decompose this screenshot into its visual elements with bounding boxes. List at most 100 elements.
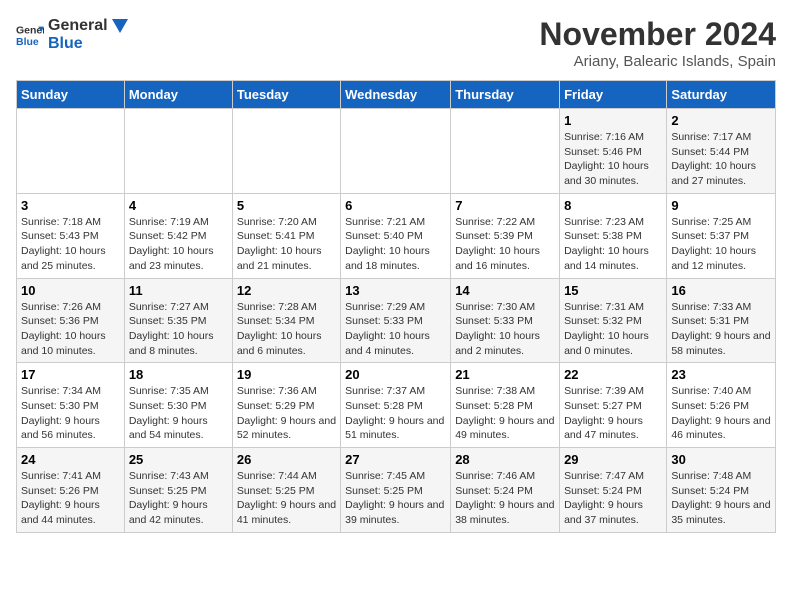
- day-cell: [232, 109, 340, 194]
- day-number: 8: [564, 198, 662, 213]
- day-cell: 12Sunrise: 7:28 AMSunset: 5:34 PMDayligh…: [232, 278, 340, 363]
- col-header-wednesday: Wednesday: [341, 81, 451, 109]
- title-block: November 2024 Ariany, Balearic Islands, …: [539, 16, 776, 70]
- col-header-thursday: Thursday: [451, 81, 560, 109]
- day-cell: [17, 109, 125, 194]
- day-number: 10: [21, 283, 120, 298]
- calendar-header: SundayMondayTuesdayWednesdayThursdayFrid…: [17, 81, 776, 109]
- day-cell: 9 Sunrise: 7:25 AMSunset: 5:37 PMDaylight…: [667, 193, 776, 278]
- day-cell: [124, 109, 232, 194]
- day-cell: 22 Sunrise: 7:39 AMSunset: 5:27 PMDayligh…: [560, 363, 667, 448]
- day-info: Sunrise: 7:20 AMSunset: 5:41 PMDaylight:…: [237, 215, 336, 274]
- day-number: 3: [21, 198, 120, 213]
- day-number: 15: [564, 283, 662, 298]
- day-number: 27: [345, 452, 446, 467]
- day-number: 19: [237, 367, 336, 382]
- day-cell: 17Sunrise: 7:34 AMSunset: 5:30 PMDayligh…: [17, 363, 125, 448]
- day-number: 11: [129, 283, 228, 298]
- day-cell: 11 Sunrise: 7:27 AMSunset: 5:35 PMDayligh…: [124, 278, 232, 363]
- day-info: Sunrise: 7:41 AMSunset: 5:26 PMDaylight:…: [21, 469, 120, 528]
- day-info: Sunrise: 7:38 AMSunset: 5:28 PMDaylight:…: [455, 384, 555, 443]
- day-info: Sunrise: 7:30 AMSunset: 5:33 PMDaylight:…: [455, 300, 555, 359]
- day-number: 16: [671, 283, 771, 298]
- svg-text:Blue: Blue: [16, 35, 39, 47]
- calendar-body: 1 Sunrise: 7:16 AMSunset: 5:46 PMDaylight…: [17, 109, 776, 533]
- day-number: 24: [21, 452, 120, 467]
- logo-general: General: [48, 17, 108, 34]
- day-cell: 23 Sunrise: 7:40 AMSunset: 5:26 PMDayligh…: [667, 363, 776, 448]
- day-cell: 2Sunrise: 7:17 AMSunset: 5:44 PMDaylight…: [667, 109, 776, 194]
- day-info: Sunrise: 7:22 AMSunset: 5:39 PMDaylight:…: [455, 215, 555, 274]
- day-info: Sunrise: 7:39 AMSunset: 5:27 PMDaylight:…: [564, 384, 662, 443]
- day-number: 7: [455, 198, 555, 213]
- calendar-table: SundayMondayTuesdayWednesdayThursdayFrid…: [16, 80, 776, 533]
- day-number: 1: [564, 113, 662, 128]
- location-subtitle: Ariany, Balearic Islands, Spain: [539, 53, 776, 70]
- day-info: Sunrise: 7:18 AMSunset: 5:43 PMDaylight:…: [21, 215, 120, 274]
- day-number: 14: [455, 283, 555, 298]
- day-info: Sunrise: 7:19 AMSunset: 5:42 PMDaylight:…: [129, 215, 228, 274]
- logo-triangle-icon: [112, 19, 128, 33]
- week-row-2: 3 Sunrise: 7:18 AMSunset: 5:43 PMDaylight…: [17, 193, 776, 278]
- day-cell: 14 Sunrise: 7:30 AMSunset: 5:33 PMDayligh…: [451, 278, 560, 363]
- day-number: 26: [237, 452, 336, 467]
- day-info: Sunrise: 7:47 AMSunset: 5:24 PMDaylight:…: [564, 469, 662, 528]
- week-row-5: 24 Sunrise: 7:41 AMSunset: 5:26 PMDayligh…: [17, 448, 776, 533]
- day-cell: 19 Sunrise: 7:36 AMSunset: 5:29 PMDayligh…: [232, 363, 340, 448]
- day-info: Sunrise: 7:40 AMSunset: 5:26 PMDaylight:…: [671, 384, 771, 443]
- day-cell: 7 Sunrise: 7:22 AMSunset: 5:39 PMDaylight…: [451, 193, 560, 278]
- day-cell: 21 Sunrise: 7:38 AMSunset: 5:28 PMDayligh…: [451, 363, 560, 448]
- day-cell: 28Sunrise: 7:46 AMSunset: 5:24 PMDayligh…: [451, 448, 560, 533]
- day-cell: 1 Sunrise: 7:16 AMSunset: 5:46 PMDaylight…: [560, 109, 667, 194]
- col-header-tuesday: Tuesday: [232, 81, 340, 109]
- day-cell: 10 Sunrise: 7:26 AMSunset: 5:36 PMDayligh…: [17, 278, 125, 363]
- svg-text:General: General: [16, 24, 44, 36]
- logo: General Blue General Blue: [16, 16, 128, 53]
- day-number: 23: [671, 367, 771, 382]
- logo-icon: General Blue: [16, 21, 44, 49]
- day-number: 5: [237, 198, 336, 213]
- day-info: Sunrise: 7:26 AMSunset: 5:36 PMDaylight:…: [21, 300, 120, 359]
- day-info: Sunrise: 7:43 AMSunset: 5:25 PMDaylight:…: [129, 469, 228, 528]
- day-info: Sunrise: 7:48 AMSunset: 5:24 PMDaylight:…: [671, 469, 771, 528]
- day-cell: 3 Sunrise: 7:18 AMSunset: 5:43 PMDaylight…: [17, 193, 125, 278]
- day-number: 9: [671, 198, 771, 213]
- day-info: Sunrise: 7:25 AMSunset: 5:37 PMDaylight:…: [671, 215, 771, 274]
- month-year-title: November 2024: [539, 16, 776, 53]
- day-info: Sunrise: 7:29 AMSunset: 5:33 PMDaylight:…: [345, 300, 446, 359]
- day-cell: 6Sunrise: 7:21 AMSunset: 5:40 PMDaylight…: [341, 193, 451, 278]
- day-number: 17: [21, 367, 120, 382]
- day-number: 22: [564, 367, 662, 382]
- col-header-monday: Monday: [124, 81, 232, 109]
- day-cell: 26 Sunrise: 7:44 AMSunset: 5:25 PMDayligh…: [232, 448, 340, 533]
- day-number: 29: [564, 452, 662, 467]
- day-info: Sunrise: 7:17 AMSunset: 5:44 PMDaylight:…: [671, 130, 771, 189]
- day-number: 25: [129, 452, 228, 467]
- day-cell: 25 Sunrise: 7:43 AMSunset: 5:25 PMDayligh…: [124, 448, 232, 533]
- day-info: Sunrise: 7:16 AMSunset: 5:46 PMDaylight:…: [564, 130, 662, 189]
- day-cell: 24 Sunrise: 7:41 AMSunset: 5:26 PMDayligh…: [17, 448, 125, 533]
- day-info: Sunrise: 7:36 AMSunset: 5:29 PMDaylight:…: [237, 384, 336, 443]
- day-info: Sunrise: 7:46 AMSunset: 5:24 PMDaylight:…: [455, 469, 555, 528]
- day-number: 30: [671, 452, 771, 467]
- day-cell: 18Sunrise: 7:35 AMSunset: 5:30 PMDayligh…: [124, 363, 232, 448]
- day-cell: 16Sunrise: 7:33 AMSunset: 5:31 PMDayligh…: [667, 278, 776, 363]
- day-info: Sunrise: 7:21 AMSunset: 5:40 PMDaylight:…: [345, 215, 446, 274]
- logo-blue-text: Blue: [48, 35, 128, 53]
- day-cell: 13Sunrise: 7:29 AMSunset: 5:33 PMDayligh…: [341, 278, 451, 363]
- day-cell: 8Sunrise: 7:23 AMSunset: 5:38 PMDaylight…: [560, 193, 667, 278]
- day-cell: 20Sunrise: 7:37 AMSunset: 5:28 PMDayligh…: [341, 363, 451, 448]
- day-cell: [451, 109, 560, 194]
- day-cell: 27Sunrise: 7:45 AMSunset: 5:25 PMDayligh…: [341, 448, 451, 533]
- header-row: SundayMondayTuesdayWednesdayThursdayFrid…: [17, 81, 776, 109]
- day-info: Sunrise: 7:27 AMSunset: 5:35 PMDaylight:…: [129, 300, 228, 359]
- header: General Blue General Blue November 2024 …: [16, 16, 776, 70]
- week-row-1: 1 Sunrise: 7:16 AMSunset: 5:46 PMDaylight…: [17, 109, 776, 194]
- col-header-friday: Friday: [560, 81, 667, 109]
- day-number: 21: [455, 367, 555, 382]
- day-info: Sunrise: 7:35 AMSunset: 5:30 PMDaylight:…: [129, 384, 228, 443]
- day-number: 20: [345, 367, 446, 382]
- day-info: Sunrise: 7:44 AMSunset: 5:25 PMDaylight:…: [237, 469, 336, 528]
- col-header-sunday: Sunday: [17, 81, 125, 109]
- day-number: 12: [237, 283, 336, 298]
